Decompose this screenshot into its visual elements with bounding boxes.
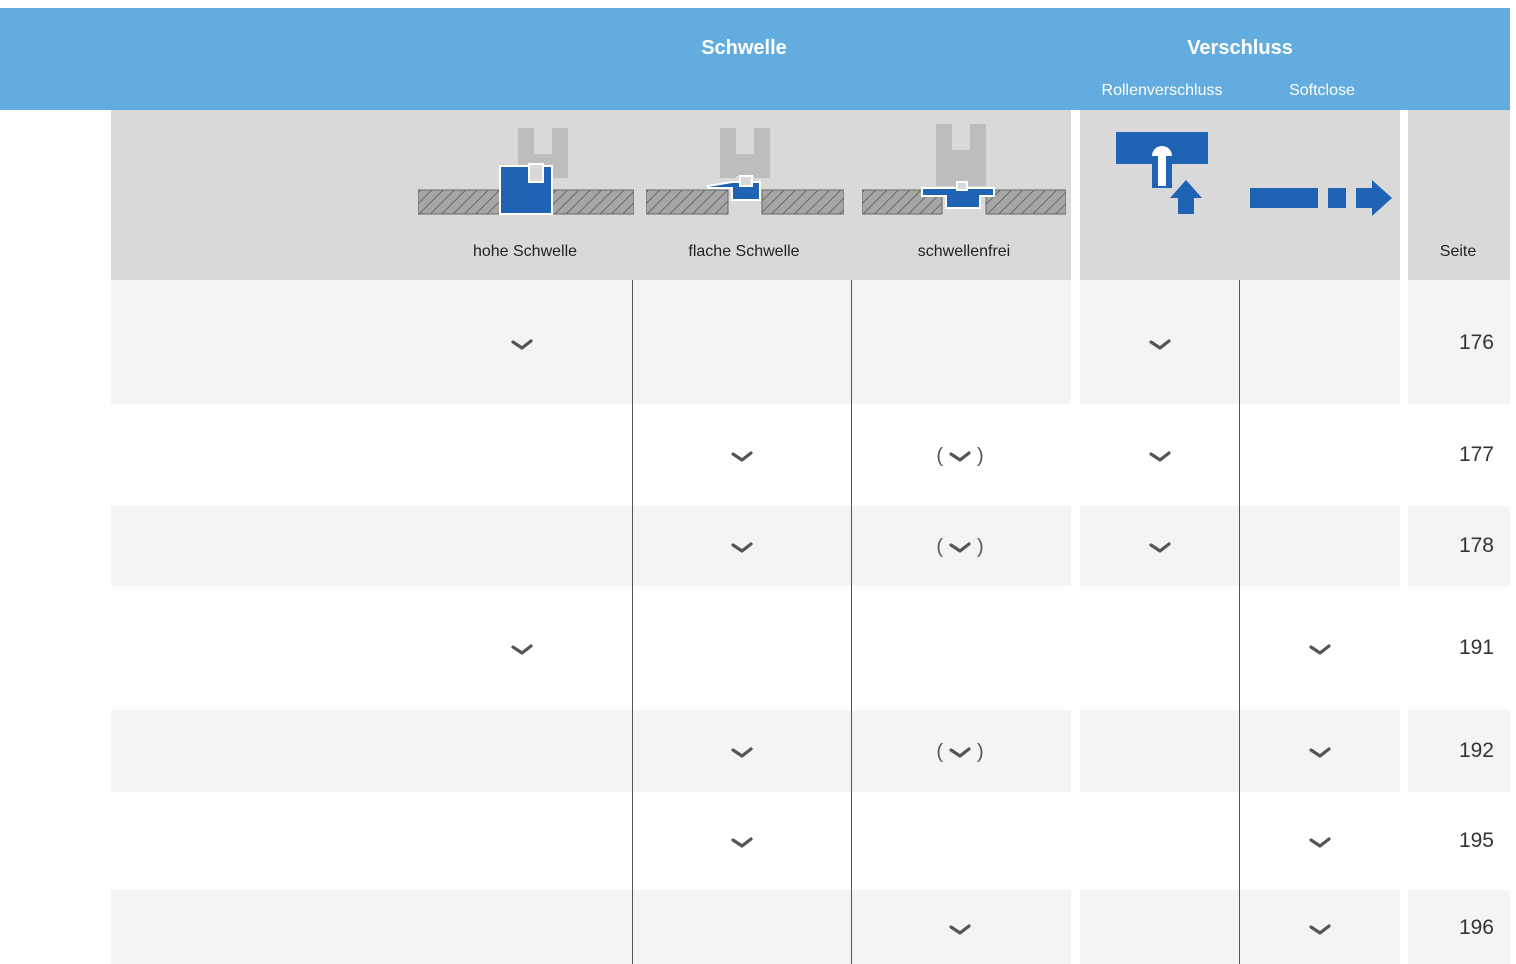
- paren-close: ): [977, 740, 984, 763]
- cell-hohe-check: [472, 634, 572, 664]
- column-divider: [632, 280, 633, 964]
- cell-flache-check: [692, 737, 792, 767]
- col-label-hohe-schwelle: hohe Schwelle: [472, 243, 578, 260]
- paren-open: (: [936, 444, 943, 467]
- page-number: 191: [1458, 636, 1494, 659]
- cell-frei-check: [910, 914, 1010, 944]
- cell-flache-check: [692, 441, 792, 471]
- checkmark-icon: [511, 339, 533, 350]
- checkmark-icon: [1149, 339, 1171, 350]
- flat-threshold-icon: [646, 128, 844, 215]
- column-divider: [851, 280, 852, 964]
- cell-softclose-check: [1270, 634, 1370, 664]
- page-number: 195: [1458, 829, 1494, 852]
- softclose-arrow-icon: [1250, 180, 1392, 216]
- paren-close: ): [977, 444, 984, 467]
- col-label-flache-schwelle: flache Schwelle: [688, 243, 800, 260]
- checkmark-icon: [1309, 644, 1331, 655]
- cell-rollen-check: [1110, 329, 1210, 359]
- cell-frei-partial-check: (): [910, 737, 1010, 767]
- header-banner: Schwelle Verschluss Rollenverschluss Sof…: [0, 8, 1510, 110]
- roller-closure-icon: [1116, 132, 1208, 214]
- checkmark-icon: [731, 747, 753, 758]
- high-threshold-icon: [418, 128, 634, 215]
- rollenverschluss-label: Rollenverschluss: [1101, 82, 1223, 99]
- cell-rollen-check: [1110, 532, 1210, 562]
- checkmark-icon: [949, 451, 971, 462]
- cell-softclose-check: [1270, 737, 1370, 767]
- page-number: 176: [1458, 331, 1494, 354]
- checkmark-icon: [511, 644, 533, 655]
- checkmark-icon: [1149, 451, 1171, 462]
- page-number: 192: [1458, 739, 1494, 762]
- cell-flache-check: [692, 532, 792, 562]
- checkmark-icon: [1149, 542, 1171, 553]
- schwelle-group-title: Schwelle: [701, 37, 787, 59]
- cell-frei-partial-check: (): [910, 532, 1010, 562]
- checkmark-icon: [1309, 924, 1331, 935]
- checkmark-icon: [949, 924, 971, 935]
- checkmark-icon: [1309, 747, 1331, 758]
- cell-softclose-check: [1270, 914, 1370, 944]
- softclose-label: Softclose: [1289, 82, 1355, 99]
- checkmark-icon: [731, 837, 753, 848]
- checkmark-icon: [949, 747, 971, 758]
- paren-close: ): [977, 535, 984, 558]
- checkmark-icon: [949, 542, 971, 553]
- checkmark-icon: [731, 542, 753, 553]
- row-background: [111, 280, 1071, 404]
- cell-frei-partial-check: (): [910, 441, 1010, 471]
- cell-rollen-check: [1110, 441, 1210, 471]
- verschluss-group-title: Verschluss: [1187, 37, 1293, 59]
- page-number: 177: [1458, 443, 1494, 466]
- col-label-schwellenfrei: schwellenfrei: [917, 243, 1011, 260]
- no-threshold-icon: [862, 124, 1066, 215]
- paren-open: (: [936, 535, 943, 558]
- checkmark-icon: [1309, 837, 1331, 848]
- checkmark-icon: [731, 451, 753, 462]
- paren-open: (: [936, 740, 943, 763]
- cell-flache-check: [692, 827, 792, 857]
- column-divider: [1239, 280, 1240, 964]
- page-number: 196: [1458, 916, 1494, 939]
- page-number: 178: [1458, 534, 1494, 557]
- cell-softclose-check: [1270, 827, 1370, 857]
- col-label-seite: Seite: [1439, 243, 1477, 260]
- cell-hohe-check: [472, 329, 572, 359]
